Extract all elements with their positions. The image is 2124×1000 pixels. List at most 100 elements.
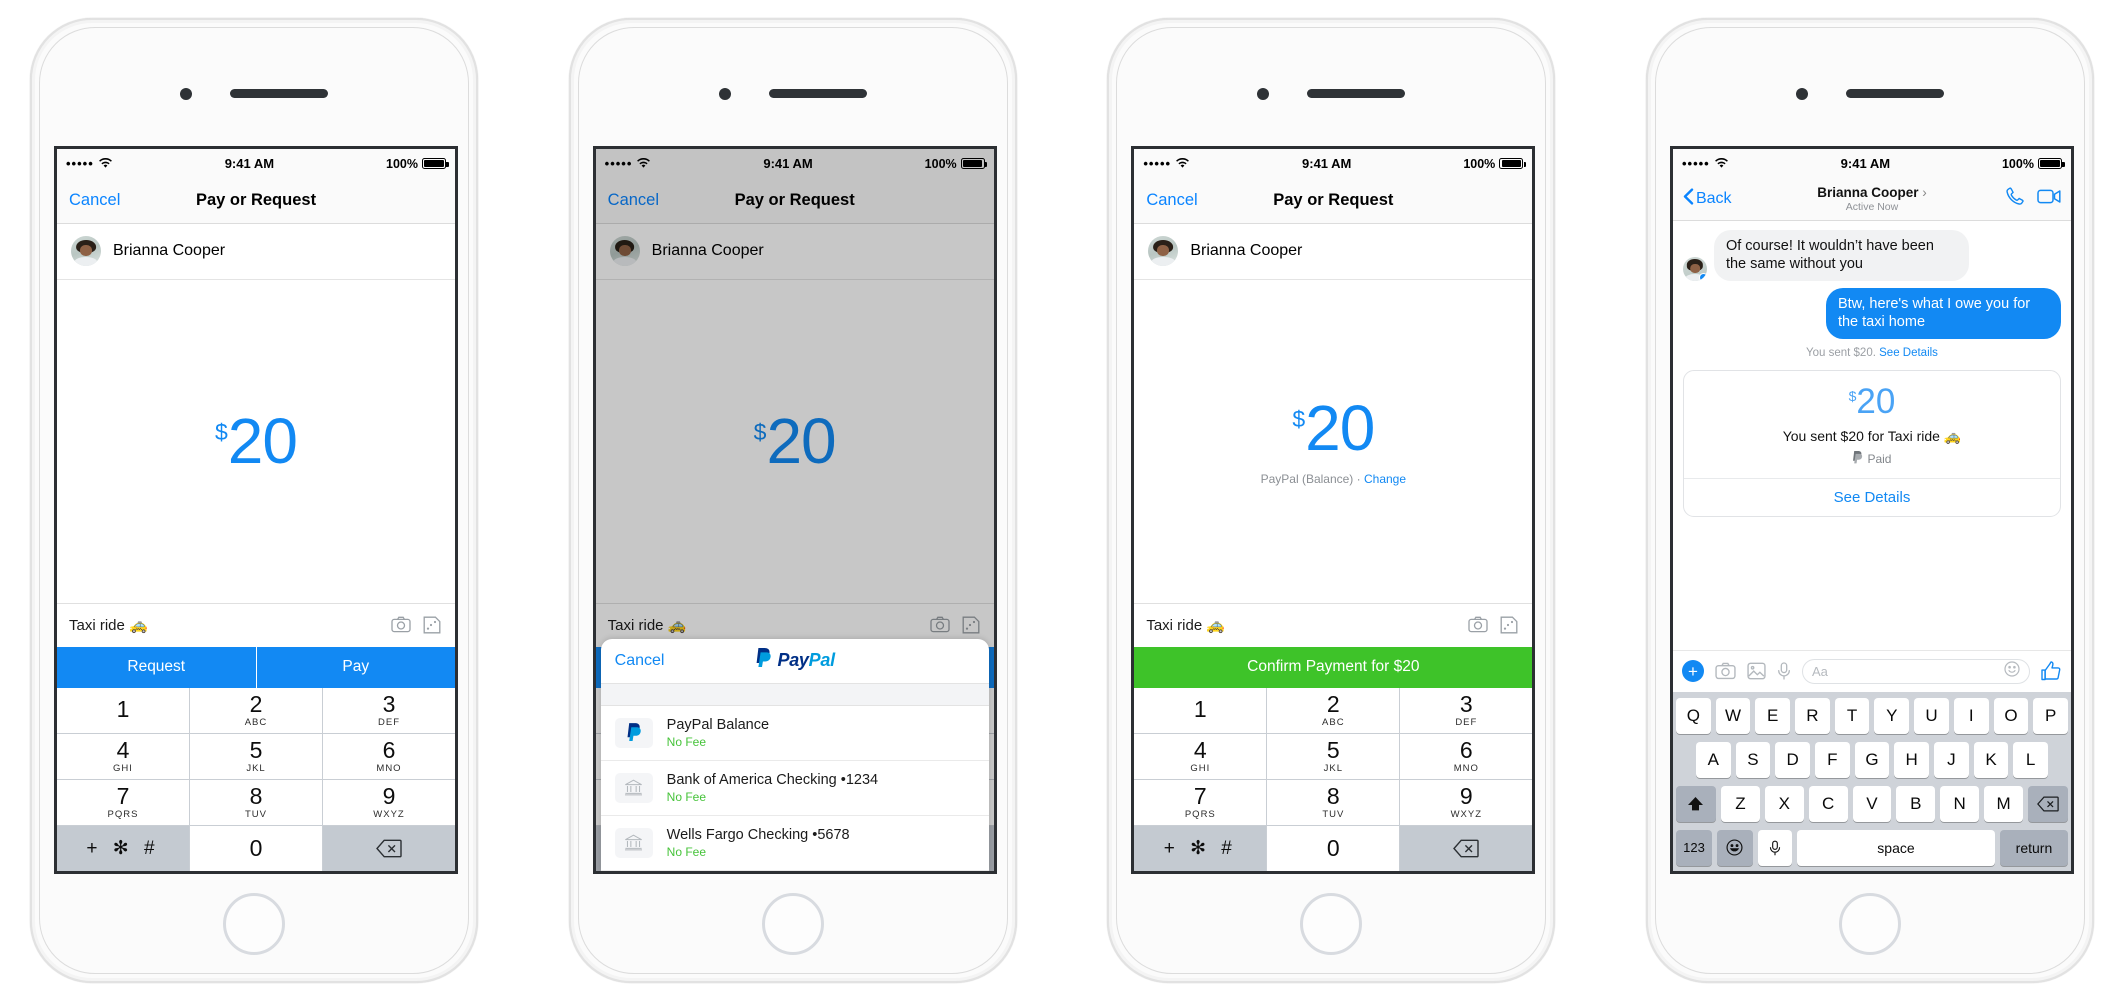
key-j[interactable]: J — [1933, 741, 1969, 778]
microphone-icon[interactable] — [1757, 829, 1792, 866]
memo-row[interactable]: Taxi ride 🚕 — [1134, 602, 1533, 647]
thumbs-up-icon[interactable] — [2041, 661, 2062, 681]
memo-text[interactable]: Taxi ride 🚕 — [69, 616, 148, 634]
video-call-icon[interactable] — [2037, 188, 2061, 210]
keypad-key-4[interactable]: 4GHI — [1134, 733, 1267, 779]
numbers-key[interactable]: 123 — [1675, 829, 1712, 866]
key-h[interactable]: H — [1894, 741, 1929, 778]
memo-row[interactable]: Taxi ride 🚕 — [57, 602, 455, 647]
key-d[interactable]: D — [1775, 741, 1810, 778]
key-e[interactable]: E — [1755, 697, 1791, 734]
keypad-key-8[interactable]: 8TUV — [1267, 779, 1400, 825]
keypad-key-3[interactable]: 3DEF — [323, 687, 455, 733]
funding-option-wells-fargo[interactable]: Wells Fargo Checking •5678 No Fee — [600, 816, 989, 871]
key-o[interactable]: O — [1993, 697, 2029, 734]
key-s[interactable]: S — [1735, 741, 1771, 778]
camera-icon[interactable] — [391, 616, 411, 634]
key-p[interactable]: P — [2033, 697, 2068, 734]
return-key[interactable]: return — [1999, 829, 2068, 866]
shift-icon[interactable] — [1675, 785, 1716, 822]
keypad-key-4[interactable]: 4GHI — [57, 733, 189, 779]
key-q[interactable]: Q — [1675, 697, 1711, 734]
keypad-key-6[interactable]: 6MNO — [1400, 733, 1533, 779]
cancel-button[interactable]: Cancel — [69, 191, 120, 210]
microphone-icon[interactable] — [1777, 662, 1791, 680]
keypad-key-7[interactable]: 7PQRS — [57, 779, 189, 825]
keypad-key-9[interactable]: 9WXYZ — [1400, 779, 1533, 825]
camera-icon[interactable] — [930, 616, 950, 634]
key-n[interactable]: N — [1940, 785, 1980, 822]
keypad-key-7[interactable]: 7PQRS — [1134, 779, 1267, 825]
back-button[interactable]: Back — [1683, 188, 1732, 210]
sheet-cancel-button[interactable]: Cancel — [615, 652, 665, 670]
home-button[interactable] — [223, 892, 285, 955]
memo-text[interactable]: Taxi ride 🚕 — [608, 616, 687, 634]
plus-icon[interactable]: + — [1681, 660, 1704, 682]
nav-bar: Cancel Pay or Request — [595, 178, 994, 224]
key-g[interactable]: G — [1854, 741, 1890, 778]
backspace-icon[interactable] — [1400, 825, 1533, 871]
confirm-payment-button[interactable]: Confirm Payment for $20 — [1134, 646, 1533, 688]
recipient-row[interactable]: Brianna Cooper — [595, 224, 994, 280]
keypad-key-0[interactable]: 0 — [190, 825, 322, 871]
space-key[interactable]: space — [1796, 829, 1995, 866]
keypad-key-1[interactable]: 1 — [1134, 687, 1267, 733]
camera-icon[interactable] — [1715, 662, 1736, 680]
emoji-icon[interactable] — [1716, 829, 1753, 866]
key-k[interactable]: K — [1973, 741, 2009, 778]
keypad-key-8[interactable]: 8TUV — [190, 779, 322, 825]
key-m[interactable]: M — [1984, 785, 2023, 822]
home-button[interactable] — [1300, 892, 1363, 955]
sticker-icon[interactable] — [423, 616, 443, 634]
key-i[interactable]: I — [1953, 697, 1989, 734]
photos-icon[interactable] — [1747, 662, 1766, 680]
keypad-key-5[interactable]: 5JKL — [1267, 733, 1400, 779]
pay-button[interactable]: Pay — [255, 646, 456, 688]
cancel-button[interactable]: Cancel — [1146, 191, 1197, 210]
home-button[interactable] — [761, 892, 824, 955]
memo-text[interactable]: Taxi ride 🚕 — [1146, 616, 1225, 634]
see-details-inline-link[interactable]: See Details — [1879, 347, 1938, 359]
key-y[interactable]: Y — [1874, 697, 1910, 734]
keypad-key-3[interactable]: 3DEF — [1400, 687, 1533, 733]
key-r[interactable]: R — [1795, 697, 1830, 734]
key-a[interactable]: A — [1695, 741, 1731, 778]
emoji-icon[interactable] — [2004, 660, 2020, 682]
funding-option-paypal-balance[interactable]: PayPal Balance No Fee — [600, 706, 989, 761]
key-b[interactable]: B — [1896, 785, 1936, 822]
key-t[interactable]: T — [1834, 697, 1870, 734]
key-z[interactable]: Z — [1720, 785, 1760, 822]
home-button[interactable] — [1838, 892, 1901, 955]
sticker-icon[interactable] — [962, 616, 982, 634]
key-x[interactable]: X — [1764, 785, 1804, 822]
keypad-key-2[interactable]: 2ABC — [1267, 687, 1400, 733]
recipient-row[interactable]: Brianna Cooper — [1134, 224, 1533, 280]
keypad-key-symbols[interactable]: + ✻ # — [1134, 825, 1267, 871]
keypad-key-2[interactable]: 2ABC — [190, 687, 322, 733]
keypad-key-5[interactable]: 5JKL — [190, 733, 322, 779]
key-l[interactable]: L — [2013, 741, 2048, 778]
phone-call-icon[interactable] — [2006, 187, 2025, 211]
keypad-key-1[interactable]: 1 — [57, 687, 189, 733]
message-input[interactable]: Aa — [1801, 658, 2030, 684]
backspace-icon[interactable] — [2027, 785, 2068, 822]
key-f[interactable]: F — [1814, 741, 1850, 778]
key-u[interactable]: U — [1914, 697, 1949, 734]
backspace-icon[interactable] — [323, 825, 455, 871]
keypad-key-6[interactable]: 6MNO — [323, 733, 455, 779]
keypad-key-9[interactable]: 9WXYZ — [323, 779, 455, 825]
key-w[interactable]: W — [1715, 697, 1751, 734]
see-details-button[interactable]: See Details — [1683, 477, 2060, 516]
recipient-row[interactable]: Brianna Cooper — [57, 224, 455, 280]
keypad-key-0[interactable]: 0 — [1267, 825, 1400, 871]
funding-option-bank-of-america[interactable]: Bank of America Checking •1234 No Fee — [600, 761, 989, 816]
request-button[interactable]: Request — [57, 647, 256, 688]
sticker-icon[interactable] — [1500, 616, 1520, 634]
change-funding-link[interactable]: Change — [1364, 472, 1406, 486]
camera-icon[interactable] — [1468, 616, 1488, 634]
cancel-button[interactable]: Cancel — [608, 191, 659, 210]
signal-dots-icon: ••••• — [604, 156, 633, 171]
keypad-key-symbols[interactable]: + ✻ # — [57, 825, 189, 871]
key-v[interactable]: V — [1852, 785, 1892, 822]
key-c[interactable]: C — [1808, 785, 1848, 822]
